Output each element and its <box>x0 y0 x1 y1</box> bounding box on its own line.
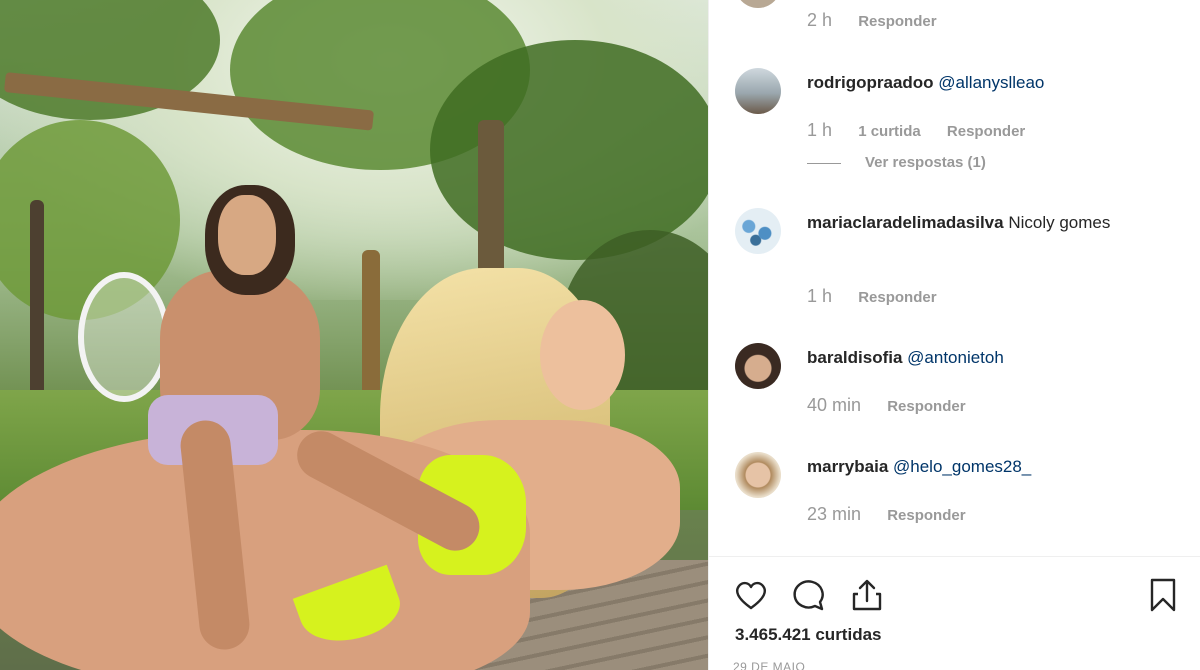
comment-text: rodrigopraadoo @allanyslleao <box>807 69 1147 96</box>
avatar[interactable] <box>735 208 781 254</box>
comment-mention[interactable]: @allanyslleao <box>938 73 1044 92</box>
comments-panel: 2 h Responder rodrigopraadoo @allanyslle… <box>708 0 1200 670</box>
comment-text: marrybaia @helo_gomes28_ <box>807 453 1147 480</box>
comment-bubble-icon <box>793 580 824 611</box>
avatar[interactable] <box>735 68 781 114</box>
view-replies-label: Ver respostas (1) <box>865 154 986 171</box>
like-button[interactable] <box>731 575 771 615</box>
avatar[interactable] <box>735 452 781 498</box>
comments-list[interactable]: 2 h Responder rodrigopraadoo @allanyslle… <box>709 0 1200 556</box>
comment-meta: 40 min Responder <box>807 395 966 416</box>
comment-username[interactable]: baraldisofia <box>807 348 902 367</box>
comment-mention[interactable]: @antonietoh <box>907 348 1004 367</box>
share-icon <box>852 579 882 611</box>
comment-likes[interactable]: 1 curtida <box>858 123 921 140</box>
comment-time[interactable]: 1 h <box>807 120 832 140</box>
palm-trunk <box>30 200 44 410</box>
view-replies-button[interactable]: Ver respostas (1) <box>807 154 986 171</box>
reply-button[interactable]: Responder <box>858 289 936 306</box>
comment-username[interactable]: mariaclaradelimadasilva <box>807 213 1004 232</box>
comment-meta: 2 h Responder <box>807 10 937 31</box>
replies-divider <box>807 162 841 164</box>
comment-time[interactable]: 2 h <box>807 10 832 30</box>
comment-time[interactable]: 1 h <box>807 286 832 306</box>
comment-text: mariaclaradelimadasilva Nicoly gomes <box>807 209 1147 236</box>
avatar[interactable] <box>735 0 781 8</box>
heart-icon <box>736 581 766 610</box>
reply-button[interactable]: Responder <box>887 398 965 415</box>
man-face <box>218 195 276 275</box>
reply-button[interactable]: Responder <box>858 13 936 30</box>
likes-count[interactable]: 3.465.421 curtidas <box>735 625 881 645</box>
comment-meta: 23 min Responder <box>807 504 966 525</box>
comment-text: baraldisofia @antonietoh <box>807 344 1147 371</box>
comment-button[interactable] <box>789 575 829 615</box>
comment-time[interactable]: 40 min <box>807 395 861 415</box>
comment-meta: 1 h 1 curtida Responder <box>807 120 1025 141</box>
comment-username[interactable]: marrybaia <box>807 457 888 476</box>
reply-button[interactable]: Responder <box>947 123 1025 140</box>
comment-mention[interactable]: @helo_gomes28_ <box>893 457 1031 476</box>
comment-body: Nicoly gomes <box>1008 213 1111 232</box>
comment-meta: 1 h Responder <box>807 286 937 307</box>
save-button[interactable] <box>1143 575 1183 615</box>
post-photo[interactable] <box>0 0 708 670</box>
hanging-chair <box>78 272 170 402</box>
avatar[interactable] <box>735 343 781 389</box>
comment-time[interactable]: 23 min <box>807 504 861 524</box>
bookmark-icon <box>1150 578 1176 612</box>
share-button[interactable] <box>847 575 887 615</box>
woman-face <box>540 300 625 410</box>
comment-username[interactable]: rodrigopraadoo <box>807 73 934 92</box>
palm-frond <box>430 40 708 260</box>
post-date[interactable]: 29 DE MAIO <box>733 660 805 670</box>
post-actions <box>709 556 1200 670</box>
reply-button[interactable]: Responder <box>887 507 965 524</box>
